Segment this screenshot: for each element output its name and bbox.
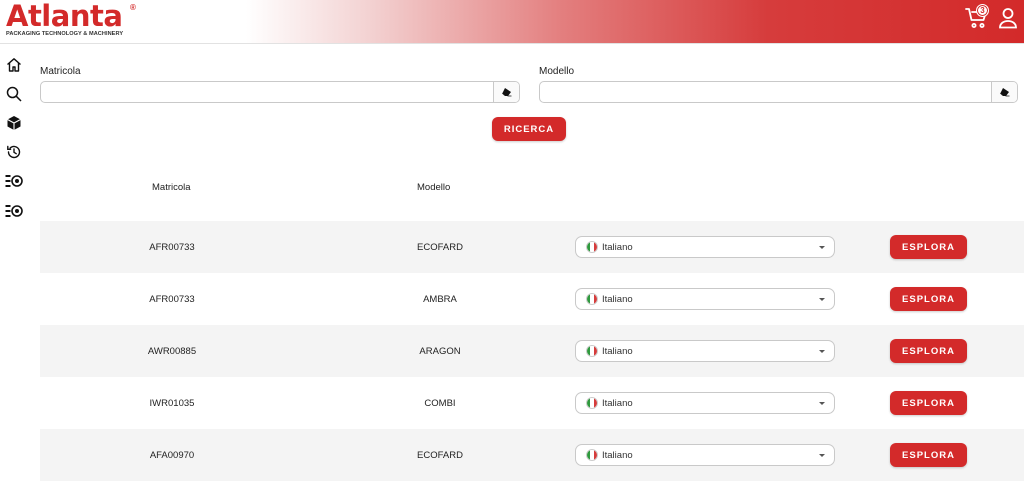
history-icon xyxy=(7,145,21,159)
chevron-down-icon xyxy=(819,350,825,353)
explore-button[interactable]: ESPLORA xyxy=(890,235,967,259)
language-select[interactable]: Italiano xyxy=(575,236,835,258)
language-value: Italiano xyxy=(602,241,633,253)
table-row: IWR01035 COMBI Italiano ESPLORA xyxy=(40,377,1024,429)
machine-icon xyxy=(5,205,23,217)
language-select[interactable]: Italiano xyxy=(575,392,835,414)
registered-mark: ® xyxy=(130,3,136,12)
sidebar-item-history[interactable] xyxy=(5,143,23,161)
modello-cell: ARAGON xyxy=(419,345,461,357)
language-select[interactable]: Italiano xyxy=(575,340,835,362)
search-button[interactable]: RICERCA xyxy=(492,117,566,141)
italy-flag-icon xyxy=(586,241,598,253)
language-value: Italiano xyxy=(602,345,633,357)
brand-name: Atlanta xyxy=(6,0,123,33)
italy-flag-icon xyxy=(586,397,598,409)
user-icon xyxy=(999,8,1017,29)
italy-flag-icon xyxy=(586,345,598,357)
explore-button[interactable]: ESPLORA xyxy=(890,443,967,467)
matricola-field-wrapper xyxy=(40,81,520,103)
modello-cell: ECOFARD xyxy=(417,449,463,461)
matricola-input[interactable] xyxy=(41,82,493,102)
search-icon xyxy=(6,86,22,102)
cart-button[interactable]: 3 xyxy=(965,4,991,32)
eraser-icon xyxy=(999,88,1010,97)
matricola-cell: AFA00970 xyxy=(149,449,195,461)
explore-button[interactable]: ESPLORA xyxy=(890,287,967,311)
modello-cell: COMBI xyxy=(424,397,456,409)
language-value: Italiano xyxy=(602,293,633,305)
language-value: Italiano xyxy=(602,397,633,409)
top-header: Atlanta ® PACKAGING TECHNOLOGY & MACHINE… xyxy=(0,0,1024,44)
column-header-modello: Modello xyxy=(417,182,451,193)
language-value: Italiano xyxy=(602,449,633,461)
column-header-matricola: Matricola xyxy=(152,182,191,193)
modello-cell: AMBRA xyxy=(423,293,457,305)
italy-flag-icon xyxy=(586,293,598,305)
table-row: AFA00970 ECOFARD Italiano ESPLORA xyxy=(40,429,1024,481)
brand-logo[interactable]: Atlanta ® PACKAGING TECHNOLOGY & MACHINE… xyxy=(6,0,136,37)
matricola-label: Matricola xyxy=(40,66,81,77)
modello-field-wrapper xyxy=(539,81,1018,103)
table-row: AFR00733 AMBRA Italiano ESPLORA xyxy=(40,273,1024,325)
cart-count-badge: 3 xyxy=(976,4,989,17)
box-icon xyxy=(7,116,21,130)
explore-button[interactable]: ESPLORA xyxy=(890,339,967,363)
matricola-cell: AFR00733 xyxy=(149,293,195,305)
modello-clear-button[interactable] xyxy=(991,82,1017,102)
eraser-icon xyxy=(501,88,512,97)
chevron-down-icon xyxy=(819,298,825,301)
machine-icon xyxy=(5,175,23,187)
sidebar-item-search[interactable] xyxy=(5,85,23,103)
modello-input[interactable] xyxy=(540,82,991,102)
chevron-down-icon xyxy=(819,402,825,405)
language-select[interactable]: Italiano xyxy=(575,288,835,310)
italy-flag-icon xyxy=(586,449,598,461)
matricola-cell: IWR01035 xyxy=(149,397,195,409)
explore-button[interactable]: ESPLORA xyxy=(890,391,967,415)
modello-cell: ECOFARD xyxy=(417,241,463,253)
modello-label: Modello xyxy=(539,66,575,77)
language-select[interactable]: Italiano xyxy=(575,444,835,466)
sidebar-item-home[interactable] xyxy=(5,56,23,74)
sidebar-item-products[interactable] xyxy=(5,114,23,132)
sidebar-item-machines-2[interactable] xyxy=(5,202,23,220)
table-row: AWR00885 ARAGON Italiano ESPLORA xyxy=(40,325,1024,377)
matricola-cell: AWR00885 xyxy=(147,345,197,357)
sidebar-item-machines[interactable] xyxy=(5,172,23,190)
matricola-cell: AFR00733 xyxy=(149,241,195,253)
chevron-down-icon xyxy=(819,246,825,249)
table-row: AFR00733 ECOFARD Italiano ESPLORA xyxy=(40,221,1024,273)
chevron-down-icon xyxy=(819,454,825,457)
user-button[interactable] xyxy=(998,7,1018,34)
home-icon xyxy=(7,58,21,72)
matricola-clear-button[interactable] xyxy=(493,82,519,102)
